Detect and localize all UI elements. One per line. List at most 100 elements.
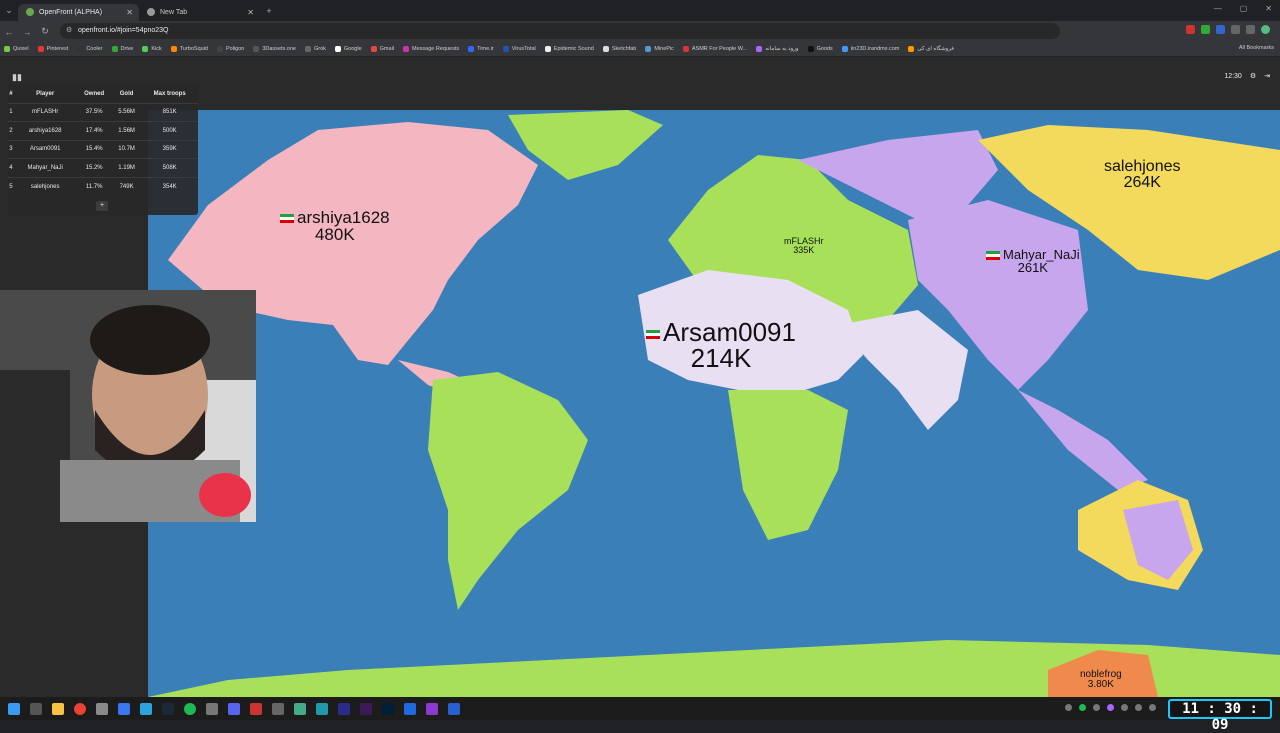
bookmark-item[interactable]: ورود به سامانه bbox=[756, 46, 799, 52]
bookmark-item[interactable]: Poligon bbox=[216, 46, 244, 52]
site-info-icon[interactable]: ⚙ bbox=[66, 23, 72, 39]
bookmark-item[interactable]: Kick bbox=[142, 46, 162, 52]
bookmark-item[interactable]: TurboSquid bbox=[170, 46, 208, 52]
bar-chart-icon[interactable]: ▮▮ bbox=[12, 72, 22, 83]
reload-icon[interactable]: ↻ bbox=[36, 26, 54, 37]
app-icon[interactable] bbox=[96, 702, 108, 715]
steam-icon[interactable] bbox=[162, 702, 174, 715]
premiere-icon[interactable] bbox=[360, 702, 372, 715]
bookmark-item[interactable]: Google bbox=[334, 46, 362, 52]
browser-toolbar: ← → ↻ ⚙ openfront.io/#join=54pno23Q bbox=[0, 21, 1280, 42]
url-text: openfront.io/#join=54pno23Q bbox=[78, 27, 169, 34]
bookmark-item[interactable]: VirusTotal bbox=[502, 46, 536, 52]
start-icon[interactable] bbox=[8, 702, 20, 715]
app-icon[interactable] bbox=[118, 702, 130, 715]
app-icon[interactable] bbox=[404, 702, 416, 715]
header-max-troops[interactable]: Max troops bbox=[141, 85, 198, 103]
tray-icon[interactable] bbox=[1149, 704, 1156, 711]
new-tab-button[interactable]: + bbox=[260, 6, 278, 16]
tab-search-icon[interactable]: ⌄ bbox=[0, 5, 18, 16]
bookmark-item[interactable]: Drive bbox=[111, 46, 133, 52]
iran-flag-icon bbox=[646, 329, 660, 339]
close-window-icon[interactable]: ✕ bbox=[1265, 4, 1272, 13]
system-tray bbox=[1065, 704, 1156, 711]
bookmark-item[interactable]: Pinterest bbox=[37, 46, 68, 52]
bookmark-item[interactable]: Sketchfab bbox=[602, 46, 636, 52]
tray-icon[interactable] bbox=[1107, 704, 1114, 711]
openfront-favicon-icon bbox=[26, 8, 34, 16]
app-icon[interactable] bbox=[272, 702, 284, 715]
photoshop-icon[interactable] bbox=[382, 702, 394, 715]
close-tab-icon[interactable]: ✕ bbox=[247, 8, 254, 17]
bookmark-item[interactable]: Quixel bbox=[4, 46, 29, 52]
address-bar[interactable]: ⚙ openfront.io/#join=54pno23Q bbox=[60, 23, 1060, 39]
game-viewport[interactable]: arshiya1628 480K mFLASHr 335K Arsam0091 … bbox=[0, 57, 1280, 697]
search-icon[interactable] bbox=[30, 702, 42, 715]
new-tab-favicon-icon bbox=[147, 8, 155, 16]
bookmark-item[interactable]: Epidemic Sound bbox=[544, 46, 594, 52]
header-player: Player bbox=[36, 90, 55, 97]
tab-openfront[interactable]: OpenFront (ALPHA) ✕ bbox=[18, 3, 139, 21]
extension-icon[interactable] bbox=[1231, 25, 1240, 34]
map-label-mahyar-naji: Mahyar_NaJi 261K bbox=[986, 248, 1080, 274]
after-effects-icon[interactable] bbox=[338, 702, 350, 715]
bookmark-item[interactable]: Grok bbox=[304, 46, 326, 52]
tray-icon[interactable] bbox=[1065, 704, 1072, 711]
tray-icon[interactable] bbox=[1121, 704, 1128, 711]
game-hud: 12:30 ⚙ ⇥ bbox=[1224, 72, 1270, 81]
map-label-salehjones: salehjones 264K bbox=[1104, 158, 1181, 191]
maximize-icon[interactable]: ▢ bbox=[1240, 4, 1248, 13]
all-bookmarks-button[interactable]: All Bookmarks bbox=[1239, 45, 1274, 51]
app-icon[interactable] bbox=[294, 702, 306, 715]
map-label-arshiya1628: arshiya1628 480K bbox=[280, 209, 390, 243]
table-row[interactable]: 2 arshiya1628 17.4% 1.56M 500K bbox=[8, 121, 198, 140]
bookmark-item[interactable]: فروشگاه ای کی bbox=[908, 46, 954, 52]
app-icon[interactable] bbox=[448, 702, 460, 715]
spotify-icon[interactable] bbox=[184, 702, 196, 715]
tab-new-tab[interactable]: New Tab ✕ bbox=[139, 4, 260, 21]
bookmark-item[interactable]: Gmail bbox=[370, 46, 394, 52]
bookmark-item[interactable]: iin23D.irandms.com bbox=[841, 46, 899, 52]
exit-icon[interactable]: ⇥ bbox=[1264, 72, 1270, 80]
forward-icon[interactable]: → bbox=[18, 27, 36, 37]
bookmark-item[interactable]: MinePic bbox=[645, 46, 674, 52]
header-owned[interactable]: Owned bbox=[76, 85, 111, 103]
extension-icon[interactable] bbox=[1216, 25, 1225, 34]
bookmark-item[interactable]: Time.ir bbox=[468, 46, 494, 52]
table-row[interactable]: 3 Arsam0091 15.4% 10.7M 359K bbox=[8, 139, 198, 159]
back-icon[interactable]: ← bbox=[0, 27, 18, 37]
tray-icon[interactable] bbox=[1093, 704, 1100, 711]
tray-icon[interactable] bbox=[1135, 704, 1142, 711]
extension-icon[interactable] bbox=[1246, 25, 1255, 34]
app-icon[interactable] bbox=[426, 702, 438, 715]
header-gold[interactable]: Gold bbox=[112, 85, 142, 103]
table-row[interactable]: 5 salehjones 11.7% 749K 354K bbox=[8, 176, 198, 196]
tray-icon[interactable] bbox=[1079, 704, 1086, 711]
settings-gear-icon[interactable]: ⚙ bbox=[1250, 72, 1256, 80]
app-icon[interactable] bbox=[206, 702, 218, 715]
extension-icon[interactable] bbox=[1201, 25, 1210, 34]
chrome-icon[interactable] bbox=[74, 702, 86, 715]
table-row[interactable]: 4 Mahyar_NaJi 15.2% 1.19M 508K bbox=[8, 158, 198, 177]
close-tab-icon[interactable]: ✕ bbox=[126, 8, 133, 17]
extensions-area bbox=[1186, 25, 1270, 34]
window-controls: — ▢ ✕ bbox=[1214, 4, 1272, 13]
bookmark-item[interactable]: Message Requests bbox=[403, 46, 459, 52]
discord-icon[interactable] bbox=[228, 702, 240, 715]
file-explorer-icon[interactable] bbox=[52, 702, 64, 715]
app-icon[interactable] bbox=[316, 702, 328, 715]
bookmark-item[interactable]: 3Dassets.one bbox=[253, 46, 296, 52]
tab-label: OpenFront (ALPHA) bbox=[39, 8, 103, 16]
telegram-icon[interactable] bbox=[140, 702, 152, 715]
world-map[interactable] bbox=[148, 110, 1280, 697]
profile-avatar[interactable] bbox=[1261, 25, 1270, 34]
minimize-icon[interactable]: — bbox=[1214, 4, 1222, 13]
bookmark-item[interactable]: ASMR For People W... bbox=[682, 46, 747, 52]
bookmark-item[interactable]: Cooler bbox=[77, 46, 103, 52]
iran-flag-icon bbox=[280, 214, 294, 224]
extension-icon[interactable] bbox=[1186, 25, 1195, 34]
table-row[interactable]: 1 mFLASHr 37.5% 5.56M 851K bbox=[8, 102, 198, 122]
expand-leaderboard-button[interactable]: + bbox=[96, 201, 108, 211]
bookmark-item[interactable]: Goods bbox=[807, 46, 833, 52]
app-icon[interactable] bbox=[250, 702, 262, 715]
